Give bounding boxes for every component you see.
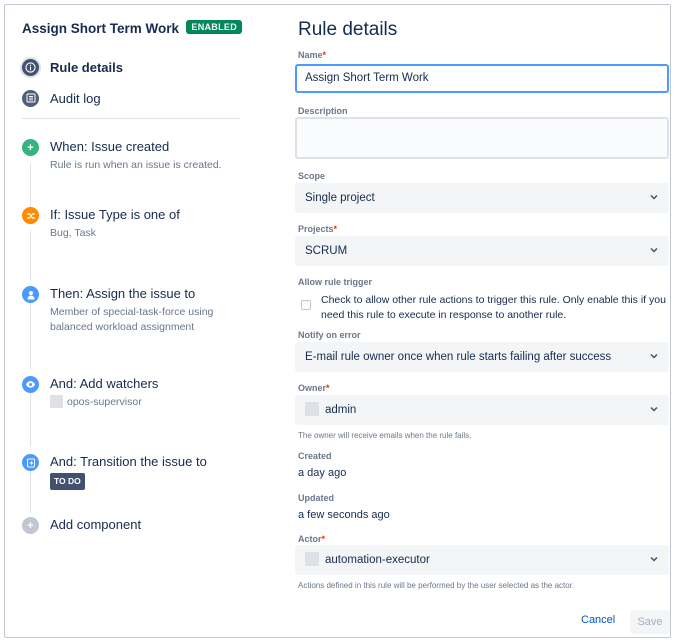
required-mark: * (333, 224, 338, 234)
description-field[interactable] (295, 117, 669, 159)
plus-icon: + (22, 517, 39, 534)
list-icon (22, 89, 39, 107)
actor-help-text: Actions defined in this rule will be per… (298, 581, 575, 590)
select-value: E-mail rule owner once when rule starts … (305, 351, 612, 363)
rule-header: Assign Short Term Work ENABLED (22, 19, 242, 39)
select-value: Single project (305, 192, 375, 204)
scope-select[interactable]: Single project (295, 183, 669, 213)
component-title: And: Add watchers (50, 376, 159, 391)
required-mark: * (326, 383, 330, 393)
component-title: If: Issue Type is one of (50, 207, 180, 222)
label-text: Owner (298, 383, 327, 393)
required-mark: * (322, 50, 327, 60)
watcher-name: opos-supervisor (67, 396, 142, 408)
actor-select[interactable]: automation-executor (295, 545, 669, 575)
avatar (305, 552, 319, 566)
component-title: Then: Assign the issue to (50, 286, 196, 301)
owner-select[interactable]: admin (295, 395, 669, 425)
avatar (50, 394, 63, 408)
nav-audit-log-label: Audit log (50, 90, 101, 106)
rule-title: Assign Short Term Work (22, 21, 180, 36)
rule-details-form: Rule details Name* Assign Short Term Wor… (283, 5, 670, 637)
notify-select[interactable]: E-mail rule owner once when rule starts … (295, 342, 669, 372)
created-value: a day ago (298, 467, 347, 479)
person-icon (22, 286, 39, 303)
projects-label: Projects* (298, 224, 337, 234)
chevron-down-icon (650, 194, 658, 200)
owner-label: Owner* (298, 383, 330, 393)
component-desc: Member of special-task-force using balan… (50, 306, 214, 333)
status-lozenge: TO DO (50, 473, 85, 490)
created-label: Created (298, 451, 332, 461)
select-value: SCRUM (305, 245, 348, 257)
component-desc: Bug, Task (50, 227, 96, 239)
connector-line (30, 465, 31, 513)
nav-audit-log[interactable]: Audit log (22, 87, 101, 109)
allow-trigger-label: Allow rule trigger (298, 277, 373, 287)
chevron-down-icon (650, 406, 658, 412)
save-button[interactable]: Save (630, 610, 670, 634)
transition-icon (22, 454, 39, 471)
projects-select[interactable]: SCRUM (295, 236, 669, 266)
allow-trigger-text: Check to allow other rule actions to tri… (321, 294, 666, 321)
page-title: Rule details (298, 19, 398, 40)
eye-icon (22, 376, 39, 393)
plus-icon: + (22, 139, 39, 156)
name-label: Name* (298, 50, 326, 60)
rule-sidebar: Assign Short Term Work ENABLED Rule deta… (5, 5, 265, 637)
chevron-down-icon (650, 247, 658, 253)
chevron-down-icon (650, 556, 658, 562)
connector-line (30, 163, 31, 213)
rule-editor: Assign Short Term Work ENABLED Rule deta… (4, 4, 671, 638)
nav-rule-details[interactable]: Rule details (22, 56, 123, 78)
component-desc: Rule is run when an issue is created. (50, 159, 222, 171)
cancel-button[interactable]: Cancel (581, 614, 615, 626)
nav-rule-details-label: Rule details (50, 59, 123, 75)
connector-line (30, 231, 31, 281)
select-value: admin (325, 404, 357, 416)
name-input[interactable]: Assign Short Term Work (295, 64, 669, 93)
updated-label: Updated (298, 493, 334, 503)
label-text: Name (298, 50, 323, 60)
connector-line (30, 299, 31, 369)
label-text: Actor (298, 534, 322, 544)
allow-trigger-checkbox[interactable] (301, 300, 311, 310)
updated-value: a few seconds ago (298, 509, 390, 521)
select-value: automation-executor (325, 554, 430, 566)
component-desc: opos-supervisor (50, 394, 250, 410)
description-label: Description (298, 106, 348, 116)
component-title: Add component (50, 517, 142, 532)
owner-help-text: The owner will receive emails when the r… (298, 431, 472, 440)
status-badge: ENABLED (186, 20, 242, 34)
scope-label: Scope (298, 171, 326, 181)
chevron-down-icon (650, 353, 658, 359)
label-text: Projects (298, 224, 334, 234)
connector-line (30, 387, 31, 447)
component-title: When: Issue created (50, 139, 170, 154)
component-title: And: Transition the issue to (50, 454, 207, 469)
required-mark: * (321, 534, 326, 544)
shuffle-icon (22, 207, 39, 224)
info-icon (22, 58, 39, 76)
actor-label: Actor* (298, 534, 325, 544)
component-desc: TO DO (50, 473, 250, 490)
notify-label: Notify on error (298, 330, 361, 340)
sidebar-divider (22, 118, 240, 119)
avatar (305, 402, 319, 416)
